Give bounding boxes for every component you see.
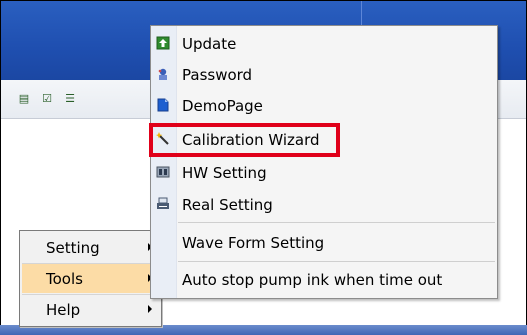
toolbar-icon-1[interactable]: ▤ (17, 91, 31, 105)
submenu-item-update[interactable]: Update (151, 28, 497, 58)
real-setting-icon (155, 196, 171, 212)
toolbar-icon-2[interactable]: ☑ (40, 91, 54, 105)
menu-item-help[interactable]: Help (22, 295, 158, 324)
submenu-item-wave-form-setting[interactable]: Wave Form Setting (151, 227, 497, 257)
hw-setting-icon (155, 164, 171, 180)
submenu-item-hw-setting[interactable]: HW Setting (151, 157, 497, 187)
demopage-icon (155, 97, 171, 113)
submenu-item-label: Password (182, 66, 253, 84)
tools-submenu: Update Password DemoPage Calibration Wiz… (150, 25, 498, 299)
submenu-item-password[interactable]: Password (151, 59, 497, 89)
menu-item-label: Tools (46, 269, 83, 288)
main-context-menu: Setting Tools Help (19, 230, 162, 327)
toolbar-icon-3[interactable]: ☰ (63, 91, 77, 105)
highlight-box (149, 123, 340, 157)
menu-item-setting[interactable]: Setting (22, 233, 158, 262)
submenu-item-auto-stop-pump[interactable]: Auto stop pump ink when time out (151, 264, 497, 294)
submenu-arrow-icon (148, 305, 152, 313)
submenu-item-label: Update (182, 35, 237, 53)
menu-item-label: Help (46, 300, 81, 319)
submenu-item-demopage[interactable]: DemoPage (151, 90, 497, 120)
submenu-item-label: Wave Form Setting (182, 234, 325, 252)
submenu-item-label: HW Setting (182, 164, 267, 182)
submenu-separator (178, 261, 495, 262)
submenu-separator (178, 222, 495, 223)
submenu-item-real-setting[interactable]: Real Setting (151, 189, 497, 219)
submenu-item-label: DemoPage (182, 97, 263, 115)
menu-item-label: Setting (46, 238, 100, 257)
submenu-item-label: Auto stop pump ink when time out (182, 271, 443, 289)
password-icon (155, 66, 171, 82)
menu-item-tools[interactable]: Tools (22, 264, 158, 293)
submenu-item-label: Real Setting (182, 196, 273, 214)
update-icon (155, 35, 171, 51)
